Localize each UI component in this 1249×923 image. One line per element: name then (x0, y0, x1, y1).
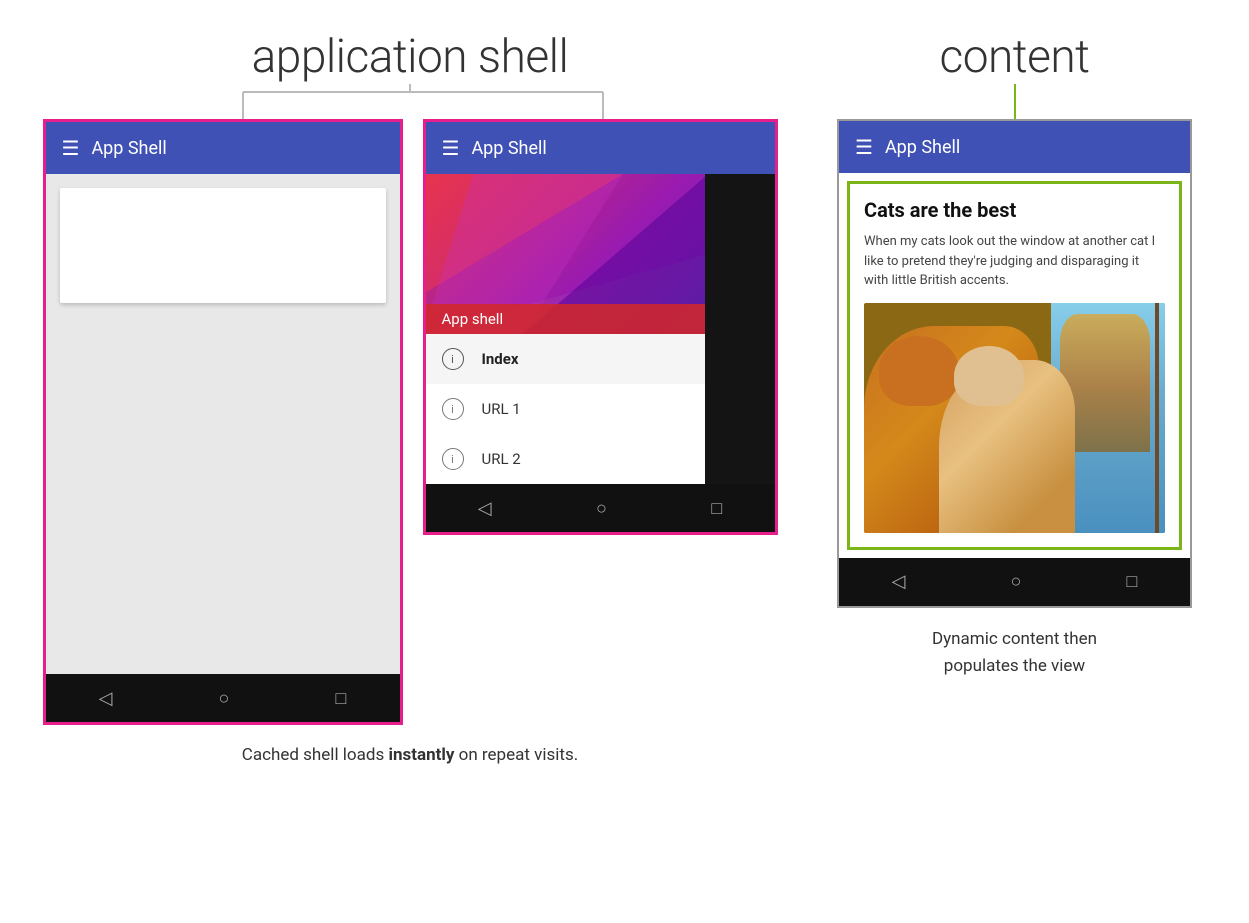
phone2-frame: ☰ App Shell App (423, 119, 778, 535)
white-card (60, 188, 386, 303)
drawer-label-index: Index (482, 350, 519, 368)
recent-icon2: □ (711, 498, 722, 519)
drawer-panel: App shell i Index i URL 1 i URL 2 (426, 174, 705, 484)
cats-title: Cats are the best (864, 198, 1165, 222)
home-icon: ○ (219, 688, 230, 709)
hamburger-icon3: ☰ (855, 135, 873, 159)
phone3-navbar: ◁ ○ □ (839, 558, 1190, 606)
drawer-header-image: App shell (426, 174, 705, 334)
back-icon2: ◁ (478, 498, 492, 519)
drawer-item-index[interactable]: i Index (426, 334, 705, 384)
drawer-item-url1[interactable]: i URL 1 (426, 384, 705, 434)
caption-bold: instantly (388, 745, 454, 765)
phones-row: ☰ App Shell ◁ ○ □ ☰ App Sh (43, 119, 778, 725)
home-icon3: ○ (1011, 571, 1022, 592)
drawer-label-url2: URL 2 (482, 450, 521, 468)
phone1-frame: ☰ App Shell ◁ ○ □ (43, 119, 403, 725)
drawer-header-label: App shell (426, 304, 705, 334)
info-icon-index: i (442, 348, 464, 370)
right-caption: Dynamic content then populates the view (932, 626, 1097, 680)
phone3-appbar-title: App Shell (885, 137, 960, 158)
phone1-appbar: ☰ App Shell (46, 122, 400, 174)
content-card: Cats are the best When my cats look out … (847, 181, 1182, 550)
content-section: content ☰ App Shell Cats are the best Wh… (820, 30, 1209, 680)
hamburger-icon2: ☰ (442, 136, 460, 160)
app-shell-heading: application shell (252, 30, 569, 84)
phone3-appbar: ☰ App Shell (839, 121, 1190, 173)
phone1-navbar: ◁ ○ □ (46, 674, 400, 722)
app-shell-section: application shell ☰ App Shell (40, 30, 780, 769)
back-icon3: ◁ (892, 571, 906, 592)
home-icon2: ○ (596, 498, 607, 519)
recent-icon3: □ (1127, 571, 1138, 592)
hamburger-icon: ☰ (62, 136, 80, 160)
content-heading: content (940, 30, 1090, 84)
phone1-appbar-title: App Shell (91, 138, 166, 159)
info-icon-url1: i (442, 398, 464, 420)
drawer-label-url1: URL 1 (482, 400, 521, 418)
left-caption: Cached shell loads instantly on repeat v… (242, 743, 578, 769)
green-connector-svg (915, 84, 1115, 119)
phone1-body (46, 174, 400, 674)
main-container: application shell ☰ App Shell (0, 0, 1249, 923)
info-icon-url2: i (442, 448, 464, 470)
phone3-frame: ☰ App Shell Cats are the best When my ca… (837, 119, 1192, 608)
cats-description: When my cats look out the window at anot… (864, 232, 1165, 291)
phone2-navbar: ◁ ○ □ (426, 484, 775, 532)
recent-icon: □ (336, 688, 347, 709)
phone2-appbar: ☰ App Shell (426, 122, 775, 174)
cat-image (864, 303, 1165, 533)
phone2-appbar-title: App Shell (471, 138, 546, 159)
back-icon: ◁ (99, 688, 113, 709)
drawer-item-url2[interactable]: i URL 2 (426, 434, 705, 484)
drawer-backdrop (705, 174, 775, 484)
connector-lines-svg (60, 84, 760, 119)
